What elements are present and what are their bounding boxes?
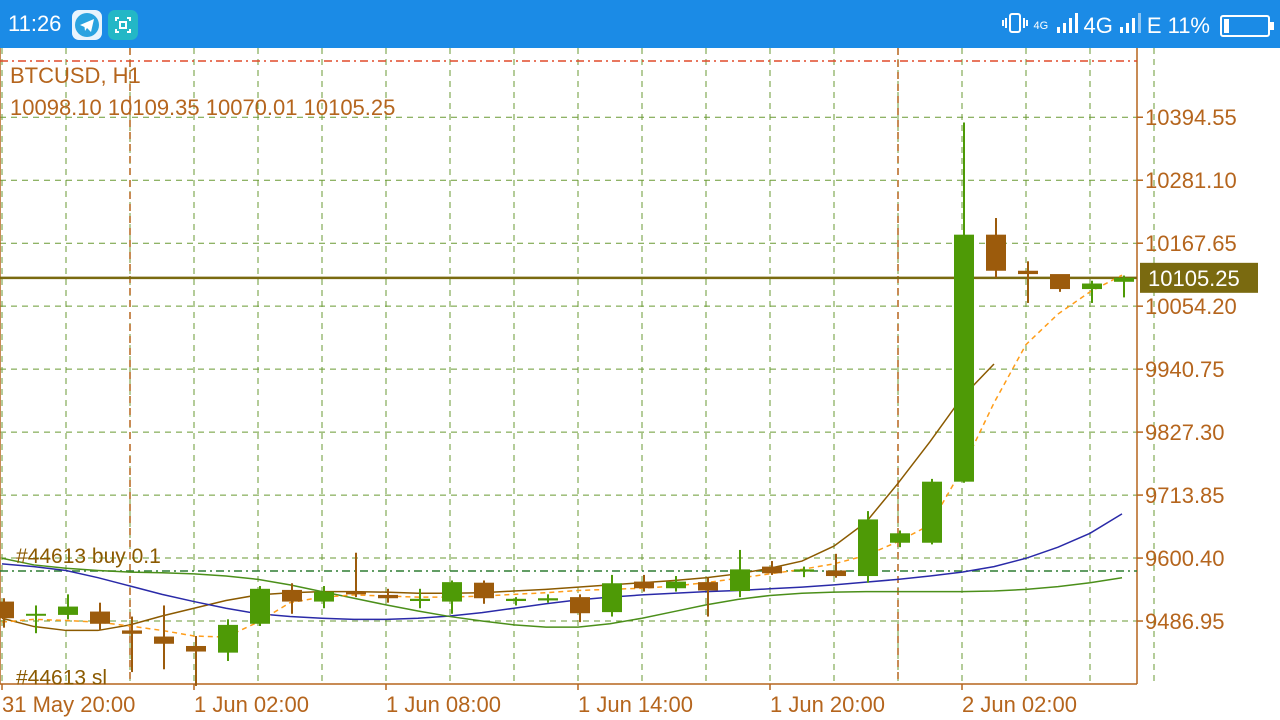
y-tick-label: 10167.65 (1145, 231, 1237, 256)
y-tick-label: 9486.95 (1145, 609, 1225, 634)
candle-body (570, 597, 590, 614)
candle-body (378, 594, 398, 599)
ohlc-label: 10098.10 10109.35 10070.01 10105.25 (10, 95, 395, 120)
x-tick-label: 1 Jun 20:00 (770, 692, 885, 717)
y-axis: 10394.55 10281.10 10167.65 10054.20 9940.75 9… (1137, 105, 1258, 634)
status-bar: 11:26 4G 4G E 11% (0, 0, 1280, 48)
candle-body (474, 582, 494, 599)
indicator-line-2 (1, 557, 1123, 628)
candle-body (666, 581, 686, 589)
candle-body (154, 636, 174, 644)
candle-body (90, 611, 110, 624)
candle-body (538, 598, 558, 601)
candle-body (858, 519, 878, 577)
x-tick-label: 31 May 20:00 (2, 692, 135, 717)
network-type: 4G (1083, 13, 1113, 38)
candle-body (762, 566, 782, 574)
screenshot-icon (108, 10, 138, 40)
carrier-type: E (1146, 13, 1162, 38)
candle-body (410, 598, 430, 602)
current-price-label: 10105.25 (1148, 266, 1240, 291)
vibrate-icon (1001, 11, 1028, 41)
x-axis: 31 May 20:00 1 Jun 02:00 1 Jun 08:00 1 Jun … (1, 684, 1077, 717)
y-tick-label: 10054.20 (1145, 294, 1237, 319)
candle-body (1114, 277, 1134, 282)
battery-percent: 11% (1167, 13, 1210, 38)
candle-body (730, 569, 750, 592)
candle-body (922, 481, 942, 543)
y-tick-label: 10281.10 (1145, 168, 1237, 193)
chart-grid (0, 48, 1155, 685)
candle-body (282, 589, 302, 602)
y-tick-label: 9600.40 (1145, 546, 1225, 571)
candle-body (0, 601, 14, 619)
candle-body (186, 645, 206, 652)
candle-body (122, 630, 142, 634)
candle-body (1018, 270, 1038, 275)
status-time: 11:26 (8, 11, 62, 36)
x-tick-label: 2 Jun 02:00 (962, 692, 1077, 717)
x-tick-label: 1 Jun 14:00 (578, 692, 693, 717)
candle-body (506, 598, 526, 602)
candle-body (218, 624, 238, 653)
candle-body (1082, 283, 1102, 290)
indicator-line-0 (1, 363, 995, 632)
candle-body (1050, 274, 1070, 290)
signal-icon (1056, 12, 1078, 40)
candle-body (346, 591, 366, 595)
candle-body (602, 583, 622, 613)
candle-body (826, 570, 846, 577)
candle-body (986, 234, 1006, 271)
y-tick-label: 9940.75 (1145, 357, 1225, 382)
symbol-label: BTCUSD, H1 (10, 63, 141, 88)
candle-body (314, 591, 334, 602)
candle-body (954, 234, 974, 482)
signal-icon-2 (1119, 12, 1141, 40)
telegram-icon (72, 10, 102, 40)
battery-icon (1220, 15, 1274, 37)
x-tick-label: 1 Jun 08:00 (386, 692, 501, 717)
y-tick-label: 9827.30 (1145, 420, 1225, 445)
candle-body (698, 582, 718, 591)
indicator-line-1 (1, 513, 1123, 621)
candle-body (250, 588, 270, 624)
candle-body (794, 569, 814, 572)
buy-order-label: #44613 buy 0.1 (16, 545, 161, 568)
network-badge: 4G (1033, 19, 1049, 32)
y-tick-label: 10394.55 (1145, 105, 1237, 130)
candle-body (26, 613, 46, 616)
x-tick-label: 1 Jun 02:00 (194, 692, 309, 717)
candle-body (442, 582, 462, 602)
y-tick-label: 9713.85 (1145, 483, 1225, 508)
candle-body (890, 533, 910, 543)
candlestick-chart[interactable]: 10394.55 10281.10 10167.65 10054.20 9940.75 9… (0, 48, 1280, 720)
stop-loss-label: #44613 sl (16, 667, 107, 690)
candle-body (634, 581, 654, 589)
candle-body (58, 606, 78, 615)
